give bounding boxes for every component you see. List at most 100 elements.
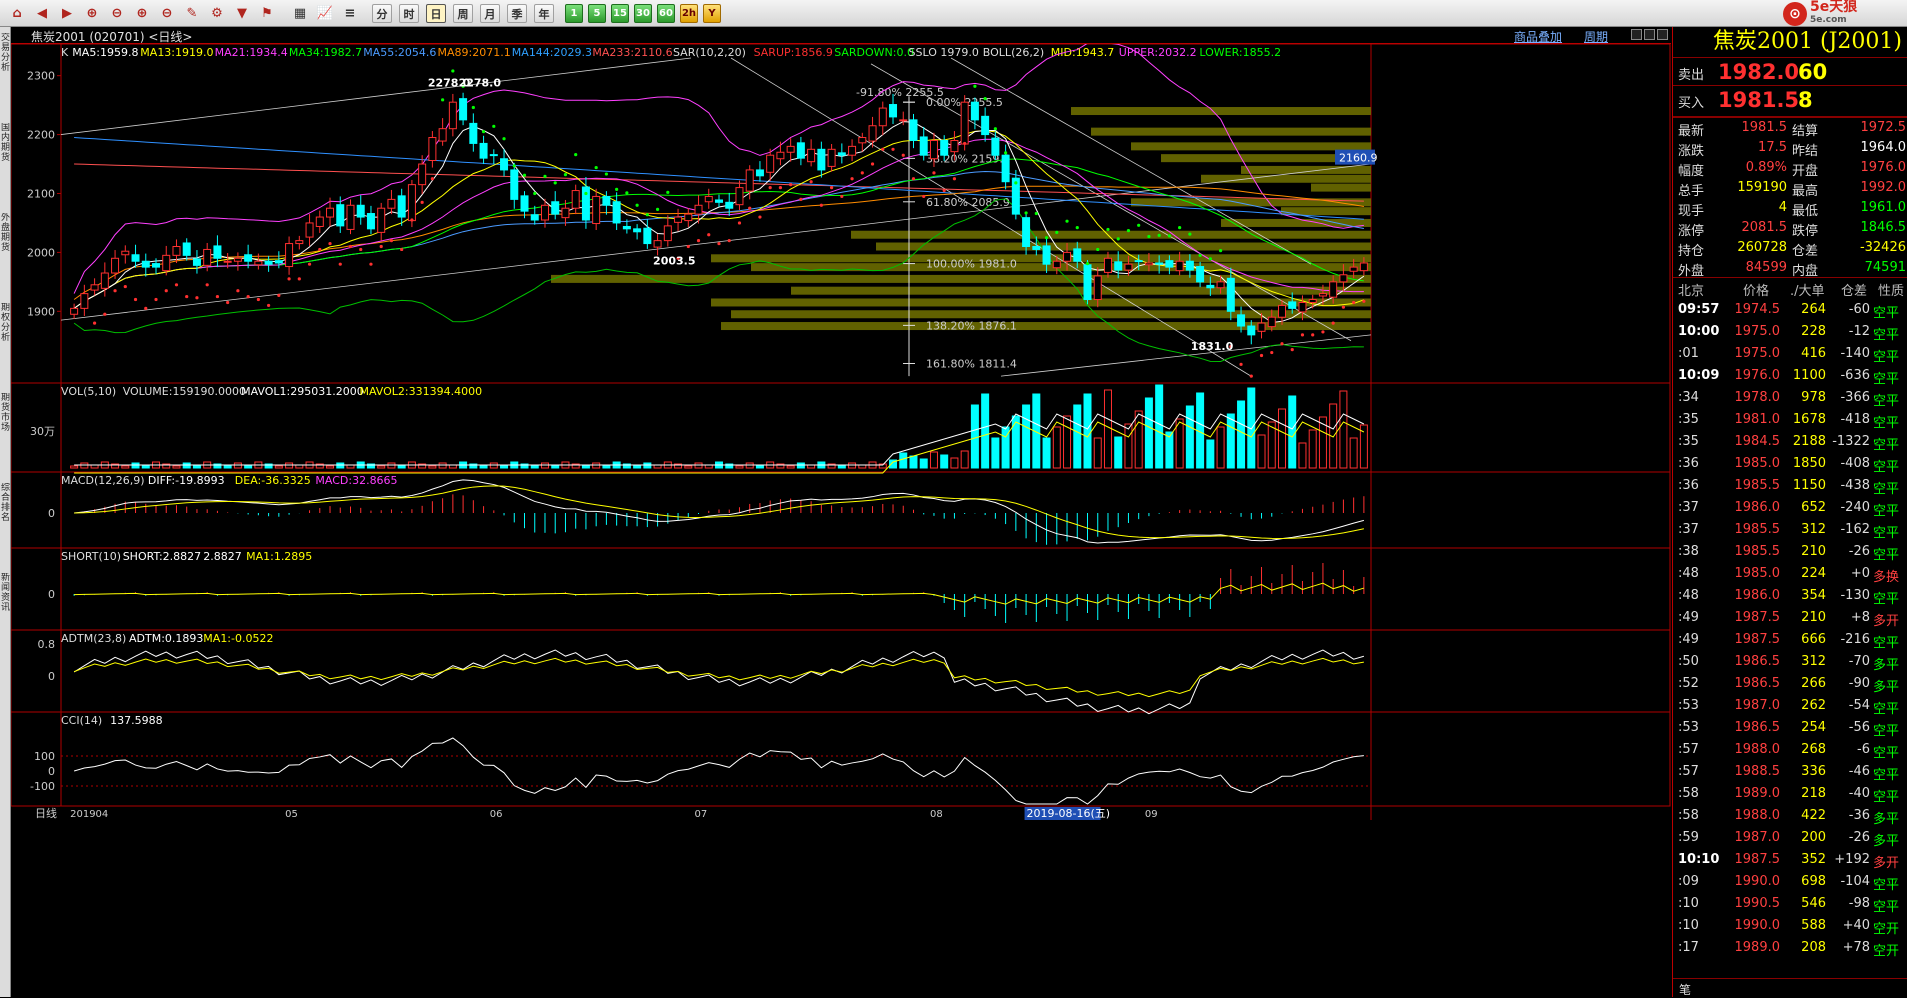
candle-body[interactable] <box>561 207 570 219</box>
tick-row[interactable]: :57 1988.0 268 -6 空平 <box>1673 739 1907 761</box>
candle-body[interactable] <box>571 190 580 209</box>
candle-body[interactable] <box>725 201 734 209</box>
candle-body[interactable] <box>428 137 437 162</box>
list-icon[interactable]: ≡ <box>341 4 359 23</box>
candle-body[interactable] <box>1185 260 1194 271</box>
left-tab-2[interactable]: 外 盘 期 货 <box>0 213 11 283</box>
zoom-out-icon[interactable]: ⊖ <box>108 4 126 23</box>
candle-body[interactable] <box>919 136 928 156</box>
candle-body[interactable] <box>786 145 795 153</box>
candle-body[interactable] <box>1308 299 1317 303</box>
candle-body[interactable] <box>981 115 990 136</box>
candle-body[interactable] <box>1114 261 1123 271</box>
candle-body[interactable] <box>192 258 201 266</box>
candle-body[interactable] <box>878 107 887 127</box>
candle-body[interactable] <box>152 263 161 268</box>
tick-row[interactable]: :01 1975.0 416 -140 空平 <box>1673 343 1907 365</box>
left-tab-4[interactable]: 期 货 市 场 <box>0 393 11 463</box>
candle-body[interactable] <box>950 139 959 153</box>
candle-body[interactable] <box>1359 262 1368 272</box>
candle-body[interactable] <box>858 137 867 144</box>
tick-row[interactable]: 10:00 1975.0 228 -12 空平 <box>1673 321 1907 343</box>
candle-body[interactable] <box>469 122 478 144</box>
tick-row[interactable]: 10:09 1976.0 1100 -636 空平 <box>1673 365 1907 387</box>
cycle-button-15[interactable]: 15 <box>611 4 629 23</box>
candle-body[interactable] <box>694 204 703 215</box>
candle-body[interactable] <box>991 137 1000 156</box>
candle-body[interactable] <box>244 254 253 262</box>
candle-body[interactable] <box>1103 257 1112 273</box>
candle-body[interactable] <box>1196 266 1205 283</box>
candle-body[interactable] <box>1165 260 1174 268</box>
draw-icon[interactable]: ✎ <box>183 4 201 23</box>
candle-body[interactable] <box>653 240 662 248</box>
candle-body[interactable] <box>90 284 99 291</box>
trend-line[interactable] <box>60 57 692 135</box>
candle-body[interactable] <box>766 154 775 173</box>
candle-body[interactable] <box>1042 245 1051 265</box>
candle-body[interactable] <box>1052 260 1061 269</box>
candle-body[interactable] <box>438 128 447 142</box>
tick-row[interactable]: :09 1990.0 698 -104 空平 <box>1673 871 1907 893</box>
home-icon[interactable]: ⌂ <box>8 4 26 23</box>
candle-body[interactable] <box>909 119 918 141</box>
tick-row[interactable]: :35 1984.5 2188 -1322 空平 <box>1673 431 1907 453</box>
candle-body[interactable] <box>1124 263 1133 271</box>
candle-body[interactable] <box>1083 264 1092 301</box>
candle-body[interactable] <box>70 307 79 315</box>
candle-body[interactable] <box>1001 154 1010 183</box>
tick-row[interactable]: :37 1986.0 652 -240 空平 <box>1673 497 1907 519</box>
candle-body[interactable] <box>1144 262 1153 266</box>
candle-body[interactable] <box>336 204 345 227</box>
candle-body[interactable] <box>366 213 375 230</box>
tick-row[interactable]: :36 1985.5 1150 -438 空平 <box>1673 475 1907 497</box>
candle-body[interactable] <box>1175 260 1184 272</box>
left-tab-1[interactable]: 国 内 期 货 <box>0 123 11 193</box>
candle-body[interactable] <box>315 216 324 227</box>
candle-body[interactable] <box>970 101 979 121</box>
left-tab-0[interactable]: 交 易 分 析 <box>0 33 11 103</box>
zoom-out-2-icon[interactable]: ⊖ <box>158 4 176 23</box>
tick-footer[interactable]: 笔 <box>1673 978 1907 997</box>
candle-body[interactable] <box>407 184 416 222</box>
candle-body[interactable] <box>1267 316 1276 328</box>
candle-body[interactable] <box>141 260 150 268</box>
candle-body[interactable] <box>274 260 283 264</box>
tick-list[interactable]: 09:57 1974.5 264 -60 空平 10:00 1975.0 228 -12 空平:0… <box>1673 299 1907 959</box>
candle-body[interactable] <box>121 250 130 256</box>
candle-body[interactable] <box>479 142 488 159</box>
candle-body[interactable] <box>735 187 744 206</box>
period-button-6[interactable]: 年 <box>534 4 554 23</box>
candle-body[interactable] <box>182 242 191 256</box>
cycle-button-30[interactable]: 30 <box>634 4 652 23</box>
candle-body[interactable] <box>80 293 89 309</box>
candle-body[interactable] <box>510 169 519 200</box>
candle-body[interactable] <box>817 148 826 171</box>
candle-body[interactable] <box>592 195 601 225</box>
candle-body[interactable] <box>285 243 294 268</box>
candle-body[interactable] <box>684 213 693 222</box>
settings-icon[interactable]: ⚙ <box>208 4 226 23</box>
candle-body[interactable] <box>162 254 171 272</box>
cycle-button-1[interactable]: 1 <box>565 4 583 23</box>
candle-body[interactable] <box>868 125 877 142</box>
close-button[interactable] <box>1657 29 1668 40</box>
extra-button-0[interactable]: 2h <box>680 4 698 23</box>
tick-row[interactable]: :58 1989.0 218 -40 空平 <box>1673 783 1907 805</box>
candle-body[interactable] <box>889 104 898 118</box>
candle-body[interactable] <box>1134 260 1143 263</box>
period-button-2[interactable]: 日 <box>426 4 446 23</box>
candle-body[interactable] <box>1339 274 1348 283</box>
candle-body[interactable] <box>929 139 938 160</box>
cycle-link[interactable]: 周期 <box>1584 28 1608 45</box>
candle-body[interactable] <box>551 201 560 215</box>
candle-body[interactable] <box>1277 304 1286 318</box>
candle-body[interactable] <box>1349 266 1358 272</box>
commodity-overlay-link[interactable]: 商品叠加 <box>1514 28 1562 45</box>
trend-line[interactable] <box>1000 334 1372 377</box>
candle-body[interactable] <box>622 225 631 230</box>
candle-body[interactable] <box>1216 281 1225 289</box>
candle-body[interactable] <box>540 204 549 221</box>
candle-body[interactable] <box>1257 322 1266 332</box>
candle-body[interactable] <box>755 169 764 177</box>
